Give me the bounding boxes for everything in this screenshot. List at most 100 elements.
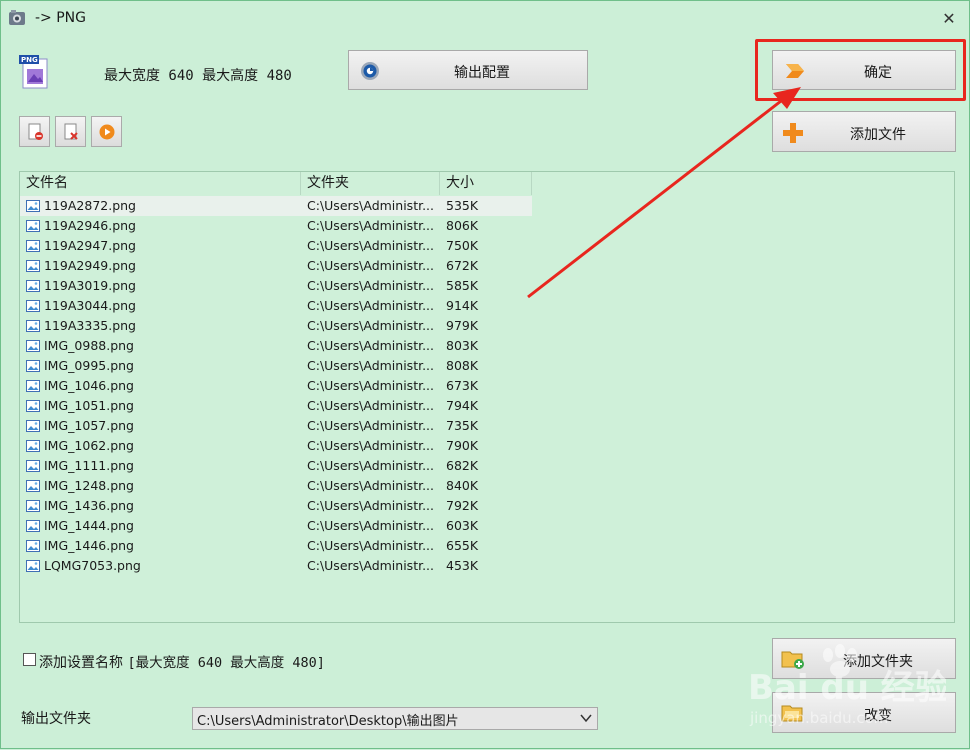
folder-cell: C:\Users\Administr... <box>307 458 435 473</box>
chevron-down-icon[interactable] <box>579 711 593 725</box>
image-file-icon <box>26 480 40 492</box>
size-cell: 535K <box>446 198 479 213</box>
file-name-cell: IMG_1046.png <box>44 378 134 393</box>
add-file-button[interactable]: 添加文件 <box>772 111 956 152</box>
image-file-icon <box>26 300 40 312</box>
size-cell: 794K <box>446 398 479 413</box>
file-name-cell: IMG_1248.png <box>44 478 134 493</box>
remove-item-button[interactable] <box>19 116 50 147</box>
change-label: 改变 <box>864 708 892 724</box>
image-file-icon <box>26 500 40 512</box>
folder-cell: C:\Users\Administr... <box>307 238 435 253</box>
image-file-icon <box>26 340 40 352</box>
table-row[interactable]: 119A2872.png C:\Users\Administr... 535K <box>20 196 532 216</box>
file-name-cell: IMG_1057.png <box>44 418 134 433</box>
table-row[interactable]: IMG_1446.png C:\Users\Administr... 655K <box>20 536 532 556</box>
size-cell: 790K <box>446 438 479 453</box>
size-cell: 979K <box>446 318 479 333</box>
size-cell: 806K <box>446 218 479 233</box>
table-row[interactable]: 119A2947.png C:\Users\Administr... 750K <box>20 236 532 256</box>
column-header-name[interactable]: 文件名 <box>20 172 301 195</box>
table-row[interactable]: 119A3044.png C:\Users\Administr... 914K <box>20 296 532 316</box>
list-header: 文件名 文件夹 大小 <box>20 172 954 196</box>
size-cell: 735K <box>446 418 479 433</box>
size-summary: 最大宽度 640 最大高度 480 <box>104 68 292 84</box>
add-folder-label: 添加文件夹 <box>843 654 913 670</box>
folder-cell: C:\Users\Administr... <box>307 478 435 493</box>
folder-cell: C:\Users\Administr... <box>307 218 435 233</box>
image-file-icon <box>26 460 40 472</box>
highlight-box <box>755 39 966 101</box>
size-cell: 655K <box>446 538 479 553</box>
table-row[interactable]: IMG_1057.png C:\Users\Administr... 735K <box>20 416 532 436</box>
file-name-cell: 119A3335.png <box>44 318 136 333</box>
image-file-icon <box>26 220 40 232</box>
folder-cell: C:\Users\Administr... <box>307 498 435 513</box>
table-row[interactable]: 119A2949.png C:\Users\Administr... 672K <box>20 256 532 276</box>
size-cell: 792K <box>446 498 479 513</box>
table-row[interactable]: IMG_1248.png C:\Users\Administr... 840K <box>20 476 532 496</box>
folder-cell: C:\Users\Administr... <box>307 318 435 333</box>
file-name-cell: IMG_1444.png <box>44 518 134 533</box>
file-name-cell: 119A2946.png <box>44 218 136 233</box>
image-file-icon <box>26 260 40 272</box>
table-row[interactable]: IMG_1436.png C:\Users\Administr... 792K <box>20 496 532 516</box>
table-row[interactable]: 119A3335.png C:\Users\Administr... 979K <box>20 316 532 336</box>
column-header-folder[interactable]: 文件夹 <box>301 172 440 195</box>
output-config-button[interactable]: 输出配置 <box>348 50 588 90</box>
png-file-icon: PNG <box>19 55 48 89</box>
add-setting-name-label: 添加设置名称 [最大宽度 640 最大高度 480] <box>39 651 325 672</box>
table-row[interactable]: IMG_1444.png C:\Users\Administr... 603K <box>20 516 532 536</box>
table-row[interactable]: IMG_1051.png C:\Users\Administr... 794K <box>20 396 532 416</box>
table-row[interactable]: LQMG7053.png C:\Users\Administr... 453K <box>20 556 532 576</box>
size-cell: 803K <box>446 338 479 353</box>
table-row[interactable]: IMG_1062.png C:\Users\Administr... 790K <box>20 436 532 456</box>
remove-document-icon <box>28 123 43 140</box>
folder-cell: C:\Users\Administr... <box>307 298 435 313</box>
close-icon[interactable]: ✕ <box>939 9 959 29</box>
column-header-size[interactable]: 大小 <box>440 172 532 195</box>
image-file-icon <box>26 240 40 252</box>
file-name-cell: 119A2872.png <box>44 198 136 213</box>
image-file-icon <box>26 520 40 532</box>
clear-list-button[interactable] <box>55 116 86 147</box>
folder-cell: C:\Users\Administr... <box>307 338 435 353</box>
folder-cell: C:\Users\Administr... <box>307 378 435 393</box>
file-name-cell: IMG_1111.png <box>44 458 134 473</box>
file-name-cell: 119A3044.png <box>44 298 136 313</box>
table-row[interactable]: IMG_1111.png C:\Users\Administr... 682K <box>20 456 532 476</box>
file-name-cell: IMG_1051.png <box>44 398 134 413</box>
add-setting-name-checkbox[interactable] <box>23 653 36 666</box>
add-folder-button[interactable]: 添加文件夹 <box>772 638 956 679</box>
size-cell: 453K <box>446 558 479 573</box>
image-file-icon <box>26 200 40 212</box>
change-button[interactable]: 改变 <box>772 692 956 733</box>
folder-cell: C:\Users\Administr... <box>307 258 435 273</box>
folder-cell: C:\Users\Administr... <box>307 358 435 373</box>
table-row[interactable]: 119A3019.png C:\Users\Administr... 585K <box>20 276 532 296</box>
folder-cell: C:\Users\Administr... <box>307 438 435 453</box>
file-list[interactable]: 文件名 文件夹 大小 119A2872.png C:\Users\Administ… <box>19 171 955 623</box>
play-button[interactable] <box>91 116 122 147</box>
table-row[interactable]: IMG_1046.png C:\Users\Administr... 673K <box>20 376 532 396</box>
main-window: -> PNG ✕ PNG 最大宽度 640 最大高度 480 输出配置 确定 添… <box>0 0 970 749</box>
table-row[interactable]: 119A2946.png C:\Users\Administr... 806K <box>20 216 532 236</box>
option-value-text: [最大宽度 640 最大高度 480] <box>127 655 325 671</box>
file-name-cell: IMG_1446.png <box>44 538 134 553</box>
file-name-cell: 119A3019.png <box>44 278 136 293</box>
option-label-text: 添加设置名称 <box>39 655 123 671</box>
table-row[interactable]: IMG_0995.png C:\Users\Administr... 808K <box>20 356 532 376</box>
image-file-icon <box>26 280 40 292</box>
size-cell: 672K <box>446 258 479 273</box>
output-folder-select[interactable]: C:\Users\Administrator\Desktop\输出图片 <box>192 707 598 730</box>
image-file-icon <box>26 380 40 392</box>
output-folder-path: C:\Users\Administrator\Desktop\输出图片 <box>197 714 459 729</box>
image-file-icon <box>26 320 40 332</box>
size-cell: 840K <box>446 478 479 493</box>
image-file-icon <box>26 400 40 412</box>
file-name-cell: IMG_0995.png <box>44 358 134 373</box>
window-title: -> PNG <box>35 10 86 26</box>
output-folder-label: 输出文件夹 <box>21 711 91 727</box>
folder-cell: C:\Users\Administr... <box>307 418 435 433</box>
table-row[interactable]: IMG_0988.png C:\Users\Administr... 803K <box>20 336 532 356</box>
